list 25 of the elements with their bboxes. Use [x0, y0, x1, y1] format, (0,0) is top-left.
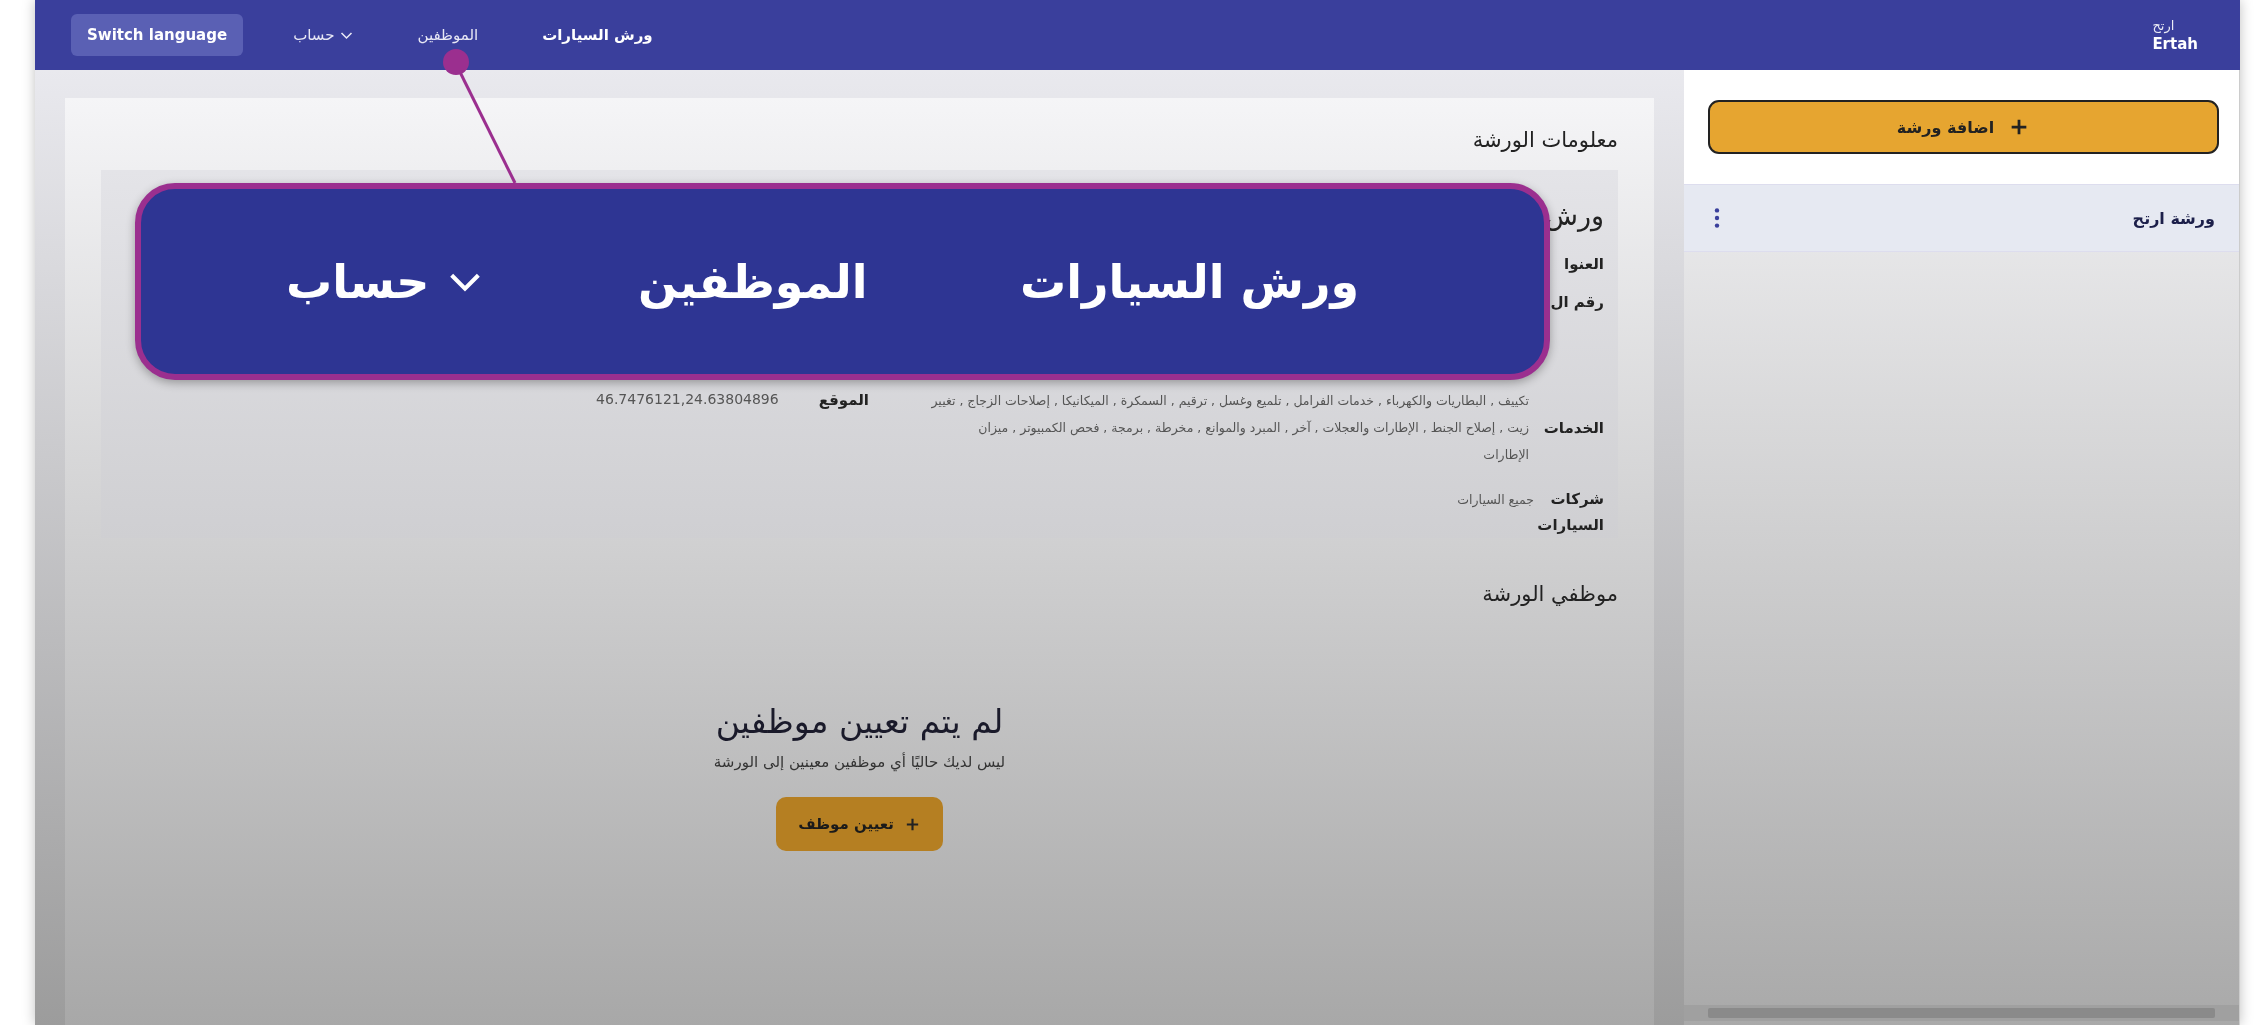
add-workshop-button[interactable]: اضافة ورشة	[1708, 100, 2219, 154]
language-button[interactable]: Switch language	[71, 14, 244, 56]
pointer-dot	[443, 49, 469, 75]
brand-name: ارتح	[2152, 17, 2175, 35]
field-label: الخدمات	[1542, 417, 1604, 439]
scrollbar[interactable]	[1684, 1005, 2239, 1021]
workshop-list-item[interactable]: ورشة ارتح	[1684, 184, 2239, 252]
more-options-icon	[1714, 208, 1720, 228]
field-label: العنوا	[1563, 254, 1604, 275]
section-title: موظفي الورشة	[1482, 582, 1618, 606]
brand-name: Ertah	[2152, 35, 2198, 54]
assign-employee-button[interactable]: تعيين موظف	[776, 797, 943, 851]
field-value: 46.7476121,24.63804896	[596, 390, 779, 409]
empty-state-text: ليس لديك حاليًا أي موظفين معينين إلى الورشة	[713, 753, 1006, 771]
empty-state-title: لم يتم تعيين موظفين	[715, 702, 1004, 741]
nav-link[interactable]: ورش السيارات	[542, 26, 653, 44]
field-value: جميع السيارات	[1456, 491, 1534, 510]
nav-link[interactable]: الموظفين	[417, 26, 479, 44]
field-value: تكييف , البطاريات والكهرباء , خدمات الفرامل , تلميع وغسل , ترقيم , السمكرة , الميكانيكا , إصلاحات الزجاج , تغيير زيت , إصلاح الجنط , الإطارات والعجلات , آخر , المبرد والموانع , مخرطة , برمجة , فحص الكمبيوتر , ميزان الإطارات	[930, 392, 1529, 465]
section-title: معلومات الورشة	[1472, 128, 1618, 152]
account-menu: حساب	[286, 254, 486, 309]
field-label: شركات السيارات	[1536, 489, 1604, 536]
field-label: الموقع	[818, 390, 869, 411]
account-menu[interactable]: حساب	[293, 26, 354, 44]
field-label: رقم ال	[1549, 292, 1604, 313]
